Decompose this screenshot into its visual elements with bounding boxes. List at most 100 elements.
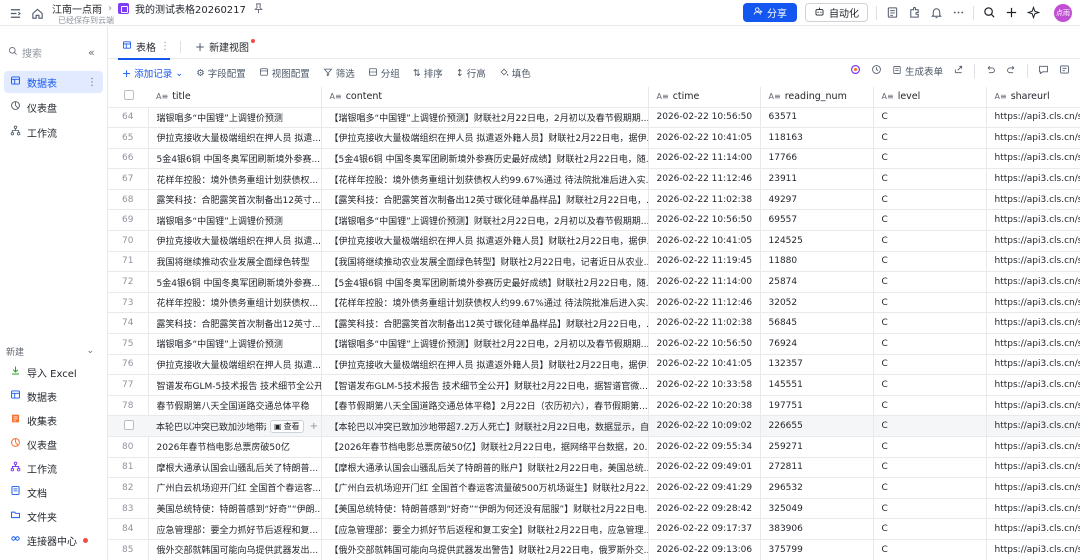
new-section-header[interactable]: 新建 ⌄ [0, 342, 108, 360]
generate-form-button[interactable]: 生成表单 [892, 64, 943, 78]
cell-level[interactable]: C [873, 107, 987, 129]
table-row[interactable]: 68 露笑科技：合肥露笑首次制备出12英寸... 【露笑科技：合肥露笑首次制备出12… [108, 189, 1080, 211]
cell-title[interactable]: 智谱发布GLM-5技术报告 技术细节全公开 [148, 374, 322, 396]
cell-content[interactable]: 【春节假期第八天全国道路交通总体平稳】2月22日（农历初六），春节假期第... [321, 395, 649, 417]
row-number[interactable]: 83 [108, 498, 149, 520]
column-header[interactable]: A≡ shareurl [986, 87, 1080, 108]
row-number[interactable]: 72 [108, 271, 149, 293]
row-number[interactable]: 67 [108, 168, 149, 190]
row-number[interactable]: 84 [108, 518, 149, 540]
share-view-icon[interactable] [953, 64, 964, 78]
cell-level[interactable]: C [873, 395, 987, 417]
cell-ctime[interactable]: 2026-02-22 09:13:06 [648, 539, 761, 560]
cell-level[interactable]: C [873, 457, 987, 479]
cell-content[interactable]: 【5金4银6铜 中国冬奥军团刷新境外参赛历史最好成绩】财联社2月22日电，随..… [321, 271, 649, 293]
cell-content[interactable]: 【应急管理部：要全力抓好节后返程和复工安全】财联社2月22日电，应急管理... [321, 518, 649, 540]
cell-ctime[interactable]: 2026-02-22 11:14:00 [648, 271, 761, 293]
table-row[interactable]: 本轮巴以冲突已致加沙地带超 ▣ 查看 + 【本轮巴以冲突已致加沙地带超7.2万人死亡】财… [108, 415, 1080, 437]
cell-reading-num[interactable]: 296532 [760, 477, 874, 499]
table-row[interactable]: 66 5金4银6铜 中国冬奥军团刷新境外参赛... 【5金4银6铜 中国冬奥军团刷新… [108, 148, 1080, 170]
column-header[interactable]: A≡ content [321, 87, 649, 108]
new-view-button[interactable]: + 新建视图 [181, 35, 259, 59]
cell-shareurl[interactable]: https://api3.cls.cn/share [986, 107, 1080, 129]
group-button[interactable]: 分组 [368, 66, 400, 80]
sidebar-item-table[interactable]: 数据表 ⋮ [4, 71, 103, 93]
cell-ctime[interactable]: 2026-02-22 10:33:58 [648, 374, 761, 396]
new-folder[interactable]: 文件夹 [4, 504, 104, 528]
cell-shareurl[interactable]: https://api3.cls.cn/share [986, 539, 1080, 560]
cell-ctime[interactable]: 2026-02-22 11:12:46 [648, 168, 761, 190]
automation-button[interactable]: 自动化 [805, 3, 868, 22]
cell-level[interactable]: C [873, 148, 987, 170]
cell-shareurl[interactable]: https://api3.cls.cn/share [986, 498, 1080, 520]
row-select-cell[interactable] [108, 415, 148, 437]
row-number[interactable]: 76 [108, 354, 149, 376]
cell-ctime[interactable]: 2026-02-22 11:14:00 [648, 148, 761, 170]
cell-title[interactable]: 瑞银唱多“中国锂”上调锂价预测 [148, 209, 322, 232]
cell-title[interactable]: 伊拉克接收大量极端组织在押人员 拟遣... [148, 354, 322, 376]
cell-ctime[interactable]: 2026-02-22 10:56:50 [648, 107, 761, 129]
view-config-button[interactable]: 视图配置 [259, 66, 310, 80]
cell-title[interactable]: 瑞银唱多“中国锂”上调锂价预测 [148, 107, 322, 129]
new-import-excel[interactable]: 导入 Excel [4, 360, 104, 384]
row-number[interactable]: 70 [108, 230, 149, 252]
table-row[interactable]: 84 应急管理部：要全力抓好节后返程和复... 【应急管理部：要全力抓好节后返程和复… [108, 518, 1080, 540]
cell-title[interactable]: 广州白云机场迎开门红 全国首个春运客... [148, 477, 322, 499]
cell-shareurl[interactable]: https://api3.cls.cn/share [986, 271, 1080, 293]
cell-reading-num[interactable]: 325049 [760, 498, 874, 520]
ai-assistant-icon[interactable] [850, 64, 861, 78]
cell-title[interactable]: 摩根大通承认国会山骚乱后关了特朗普... [148, 457, 322, 479]
table-row[interactable]: 78 春节假期第八天全国道路交通总体平稳 【春节假期第八天全国道路交通总体平稳】2月… [108, 395, 1080, 417]
select-all-checkbox[interactable] [124, 90, 134, 101]
row-number[interactable]: 71 [108, 251, 149, 273]
cell-content[interactable]: 【瑞银唱多“中国锂”上调锂价预测】财联社2月22日电，2月初以及春节假期期... [321, 209, 649, 232]
row-number[interactable]: 85 [108, 539, 149, 560]
row-number[interactable]: 82 [108, 477, 149, 499]
cell-shareurl[interactable]: https://api3.cls.cn/share [986, 189, 1080, 211]
row-number[interactable]: 77 [108, 374, 149, 396]
field-config-button[interactable]: ⚙ 字段配置 [196, 66, 246, 81]
cell-content[interactable]: 【智谱发布GLM-5技术报告 技术细节全公开】财联社2月22日电，据智谱官微..… [321, 374, 649, 396]
row-number[interactable]: 80 [108, 436, 149, 458]
bell-icon[interactable] [929, 6, 943, 20]
cell-content[interactable]: 【伊拉克接收大量极端组织在押人员 拟遣返外籍人员】财联社2月22日电，据伊... [321, 354, 649, 376]
cell-level[interactable]: C [873, 518, 987, 540]
cell-reading-num[interactable]: 375799 [760, 539, 874, 560]
cell-title[interactable]: 我国将继续推动农业发展全面绿色转型 [148, 251, 322, 273]
cell-ctime[interactable]: 2026-02-22 10:09:02 [648, 415, 761, 437]
cell-shareurl[interactable]: https://api3.cls.cn/share [986, 148, 1080, 170]
cell-level[interactable]: C [873, 498, 987, 520]
cell-ctime[interactable]: 2026-02-22 10:41:05 [648, 354, 761, 376]
cell-ctime[interactable]: 2026-02-22 09:49:01 [648, 457, 761, 479]
new-form[interactable]: 收集表 [4, 408, 104, 432]
cell-title[interactable]: 伊拉克接收大量极端组织在押人员 拟遣... [148, 127, 322, 149]
cell-reading-num[interactable]: 132357 [760, 354, 874, 376]
table-row[interactable]: 69 瑞银唱多“中国锂”上调锂价预测 【瑞银唱多“中国锂”上调锂价预测】财联社2月2… [108, 209, 1080, 232]
cell-content[interactable]: 【5金4银6铜 中国冬奥军团刷新境外参赛历史最好成绩】财联社2月22日电，随..… [321, 148, 649, 170]
cell-level[interactable]: C [873, 354, 987, 376]
insert-row-icon[interactable]: + [310, 421, 318, 432]
search-icon[interactable] [982, 6, 996, 20]
home-icon[interactable] [30, 6, 44, 20]
cell-title[interactable]: 2026年春节档电影总票房破50亿 [148, 436, 322, 458]
cell-ctime[interactable]: 2026-02-22 10:41:05 [648, 230, 761, 252]
cell-reading-num[interactable]: 197751 [760, 395, 874, 417]
cell-level[interactable]: C [873, 333, 987, 355]
cell-content[interactable]: 【2026年春节档电影总票房破50亿】财联社2月22日电，据网络平台数据，20.… [321, 436, 649, 458]
cell-title[interactable]: 俄外交部就韩国可能向乌提供武器发出... [148, 539, 322, 560]
cell-title[interactable]: 应急管理部：要全力抓好节后返程和复... [148, 518, 322, 540]
cell-content[interactable]: 【露笑科技：合肥露笑首次制备出12英寸碳化硅单晶样品】财联社2月22日电，... [321, 312, 649, 335]
row-number[interactable]: 74 [108, 312, 149, 335]
collapse-sidebar-icon[interactable]: « [88, 46, 95, 59]
table-row[interactable]: 82 广州白云机场迎开门红 全国首个春运客... 【广州白云机场迎开门红 全国首个春… [108, 477, 1080, 499]
select-all-cell[interactable] [108, 87, 148, 108]
cell-content[interactable]: 【瑞银唱多“中国锂”上调锂价预测】财联社2月22日电，2月初以及春节假期期... [321, 333, 649, 355]
cell-shareurl[interactable]: https://api3.cls.cn/share [986, 292, 1080, 314]
cell-ctime[interactable]: 2026-02-22 09:55:34 [648, 436, 761, 458]
cell-shareurl[interactable]: https://api3.cls.cn/share [986, 333, 1080, 355]
cell-title[interactable]: 5金4银6铜 中国冬奥军团刷新境外参赛... [148, 271, 322, 293]
cell-content[interactable]: 【广州白云机场迎开门红 全国首个春运客流量破500万机场诞生】财联社2月22..… [321, 477, 649, 499]
table-row[interactable]: 65 伊拉克接收大量极端组织在押人员 拟遣... 【伊拉克接收大量极端组织在押人员 … [108, 127, 1080, 149]
cell-title[interactable]: 5金4银6铜 中国冬奥军团刷新境外参赛... [148, 148, 322, 170]
cell-reading-num[interactable]: 17766 [760, 148, 874, 170]
